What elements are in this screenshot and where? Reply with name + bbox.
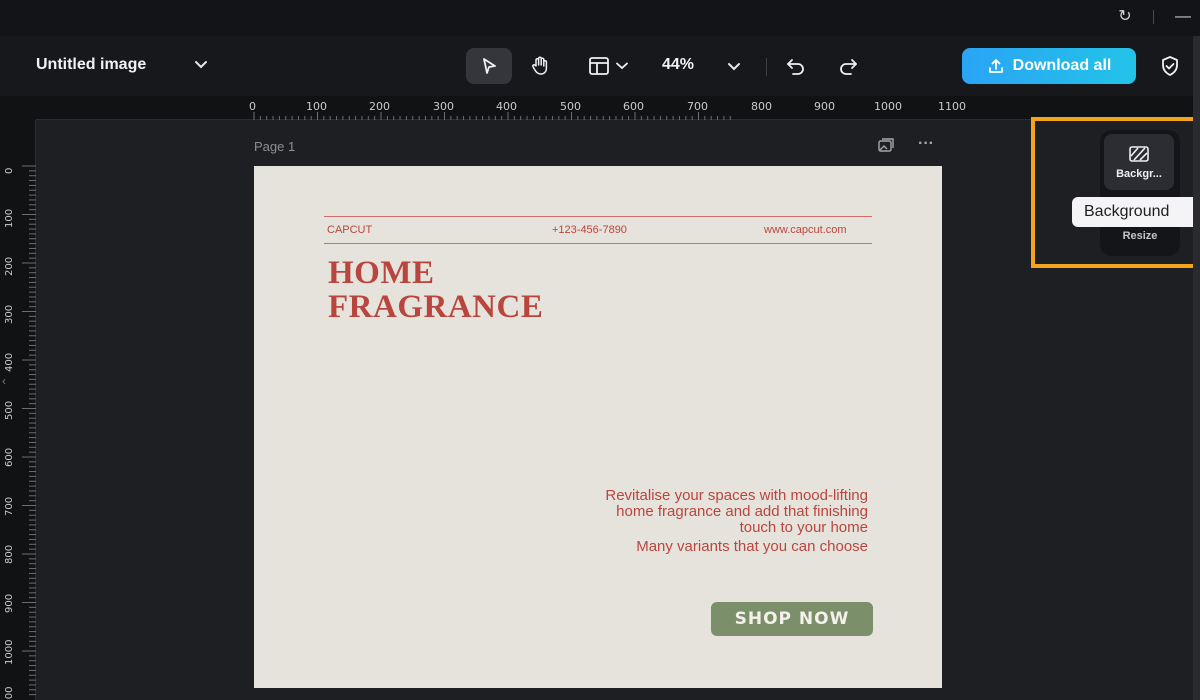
- ruler-top-label: 700: [687, 100, 708, 113]
- body-paragraph-2: Many variants that you can choose: [636, 538, 868, 555]
- ruler-left-label: 1000: [4, 639, 15, 665]
- annotation-highlight-box: [1031, 117, 1198, 268]
- ruler-left-label: 200: [4, 256, 15, 276]
- page-more-icon[interactable]: ···: [918, 135, 934, 153]
- header-top-rule: [324, 216, 872, 217]
- design-artboard[interactable]: CAPCUT +123-456-7890 www.capcut.com HOME…: [254, 166, 942, 688]
- ruler-top-label: 200: [369, 100, 390, 113]
- zoom-chevron-down-icon[interactable]: [727, 62, 741, 72]
- vertical-scrollbar[interactable]: [1193, 36, 1200, 700]
- horizontal-ruler: 0 100 200 300 400 500 600 700 800 900 10…: [36, 96, 1193, 120]
- page-label: Page 1: [254, 139, 296, 154]
- ruler-left-label: 300: [4, 304, 15, 324]
- hand-tool-button[interactable]: [520, 48, 560, 84]
- ruler-left-label: 0: [4, 167, 15, 174]
- shield-check-icon: [1162, 56, 1178, 76]
- title-chevron-down-icon[interactable]: [194, 60, 208, 70]
- ruler-top-label: 800: [751, 100, 772, 113]
- header-bottom-rule: [324, 243, 872, 244]
- shop-now-button[interactable]: SHOP NOW: [711, 602, 873, 636]
- ruler-top-label: 1000: [874, 100, 902, 113]
- headline-line-1: HOME: [328, 255, 435, 291]
- collapse-left-chevron-icon[interactable]: ‹: [2, 374, 6, 388]
- download-all-button[interactable]: Download all: [962, 48, 1136, 84]
- redo-button[interactable]: [832, 48, 864, 84]
- undo-button[interactable]: [780, 48, 812, 84]
- document-title[interactable]: Untitled image: [36, 56, 146, 74]
- layout-chevron-down-icon: [616, 62, 628, 70]
- phone-text[interactable]: +123-456-7890: [552, 224, 627, 236]
- horizontal-ruler-ticks: [253, 112, 731, 120]
- titlebar-divider: [1153, 10, 1154, 24]
- pointer-icon: [483, 58, 496, 74]
- ruler-top-label: 900: [814, 100, 835, 113]
- toolbar-divider: [766, 58, 767, 76]
- ruler-left-label: 900: [4, 593, 15, 613]
- select-tool-button[interactable]: [466, 48, 512, 84]
- body-paragraph-1: Revitalise your spaces with mood-lifting…: [605, 487, 868, 536]
- layout-icon: [589, 57, 609, 75]
- redo-icon: [840, 59, 857, 75]
- body-copy[interactable]: Revitalise your spaces with mood-lifting…: [598, 488, 868, 555]
- hand-icon: [532, 56, 548, 75]
- ruler-left-label: 600: [4, 447, 15, 467]
- upload-icon: [988, 59, 1003, 73]
- ruler-top-label: 1100: [938, 100, 966, 113]
- minimize-icon[interactable]: —: [1172, 6, 1194, 28]
- ruler-left-label: 800: [4, 544, 15, 564]
- website-text[interactable]: www.capcut.com: [764, 224, 847, 236]
- brand-text[interactable]: CAPCUT: [327, 224, 372, 236]
- window-titlebar: ↻ —: [0, 0, 1200, 36]
- security-button[interactable]: [1152, 48, 1188, 84]
- ruler-top-label: 0: [249, 100, 256, 113]
- zoom-level[interactable]: 44%: [662, 56, 694, 74]
- ruler-left-label: 400: [4, 352, 15, 372]
- layout-menu-button[interactable]: [580, 48, 636, 84]
- download-all-label: Download all: [1012, 57, 1112, 74]
- ruler-top-label: 300: [433, 100, 454, 113]
- ruler-top-label: 500: [560, 100, 581, 113]
- ruler-left-label: 500: [4, 400, 15, 420]
- ruler-left-label: 700: [4, 496, 15, 516]
- ruler-corner: [0, 96, 36, 120]
- ruler-top-label: 600: [623, 100, 644, 113]
- refresh-icon[interactable]: ↻: [1114, 6, 1136, 28]
- ruler-top-label: 100: [306, 100, 327, 113]
- undo-icon: [787, 59, 804, 75]
- ruler-left-label: 1100: [4, 686, 15, 700]
- ruler-left-label: 100: [4, 208, 15, 228]
- ruler-top-label: 400: [496, 100, 517, 113]
- headline-line-2: FRAGRANCE: [328, 289, 544, 325]
- vertical-ruler: 0 100 200 300 400 500 600 700 800 900 10…: [0, 120, 36, 700]
- editor-toolbar: Untitled image 44% Download all: [0, 36, 1193, 96]
- headline[interactable]: HOME FRAGRANCE: [328, 256, 543, 324]
- page-image-icon[interactable]: [877, 138, 895, 154]
